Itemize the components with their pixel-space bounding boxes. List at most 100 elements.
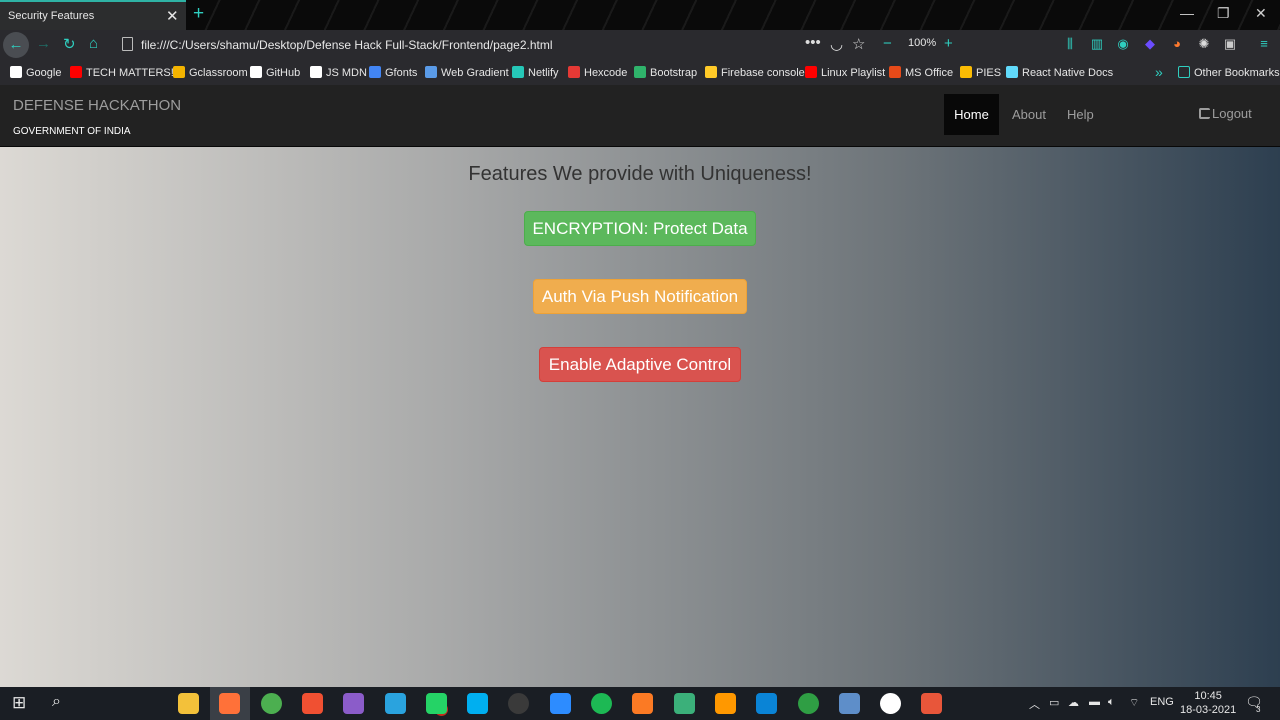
extension-icon[interactable]: ◕ <box>1169 36 1185 52</box>
adaptive-control-button[interactable]: Enable Adaptive Control <box>539 347 741 382</box>
push-notification-button[interactable]: Auth Via Push Notification <box>533 279 747 314</box>
obs-app-icon[interactable] <box>508 693 529 714</box>
wifi-icon[interactable]: ⌔ <box>1129 696 1139 710</box>
bookmark-item[interactable]: Gclassroom <box>173 66 248 79</box>
more-actions-icon[interactable]: ••• <box>805 34 821 51</box>
app-ring-app-icon[interactable] <box>798 693 819 714</box>
menu-hamburger-icon[interactable]: ≡ <box>1256 36 1272 52</box>
other-bookmarks[interactable]: Other Bookmarks <box>1178 66 1280 79</box>
bookmark-favicon-icon <box>369 66 381 78</box>
site-brand[interactable]: DEFENSE HACKATHON <box>13 97 181 114</box>
bookmark-favicon-icon <box>805 66 817 78</box>
page-heading: Features We provide with Uniqueness! <box>468 163 812 185</box>
tray-chevron-icon[interactable]: ︿ <box>1029 696 1040 712</box>
logout-label: Logout <box>1212 106 1252 121</box>
minimize-icon[interactable]: — <box>1180 5 1194 21</box>
telegram-app-icon[interactable] <box>385 693 406 714</box>
close-tab-icon[interactable]: ✕ <box>166 7 179 25</box>
bookmark-favicon-icon <box>250 66 262 78</box>
language-indicator[interactable]: ENG <box>1150 696 1174 708</box>
bookmark-item[interactable]: Linux Playlist <box>805 66 885 79</box>
tab-strip: Security Features ✕ + — ❐ ✕ <box>0 0 1280 30</box>
account-icon[interactable]: ◉ <box>1115 36 1131 52</box>
virtualbox-app-icon[interactable] <box>839 693 860 714</box>
bookmark-label: Bootstrap <box>650 67 698 79</box>
bookmark-item[interactable]: Gfonts <box>369 66 417 79</box>
bookmark-item[interactable]: React Native Docs <box>1006 66 1113 79</box>
bookmark-item[interactable]: JS MDN <box>310 66 367 79</box>
spotify-app-icon[interactable] <box>591 693 612 714</box>
tray-device-icon[interactable]: ▭ <box>1049 696 1059 709</box>
bookmark-label: Linux Playlist <box>821 67 886 79</box>
nav-help-link[interactable]: Help <box>1067 107 1094 122</box>
vscode-app-icon[interactable] <box>756 693 777 714</box>
zoom-out-icon[interactable]: − <box>883 35 892 52</box>
bookmark-item[interactable]: MS Office <box>889 66 953 79</box>
library-icon[interactable]: ⫼ <box>1062 36 1078 52</box>
sublime-app-icon[interactable] <box>715 693 736 714</box>
bookmark-label: Firebase console <box>721 67 805 79</box>
bookmark-item[interactable]: Bootstrap <box>634 66 697 79</box>
xampp-app-icon[interactable] <box>632 693 653 714</box>
app-green-app-icon[interactable] <box>674 693 695 714</box>
bookmark-favicon-icon <box>173 66 185 78</box>
bookmark-item[interactable]: TECH MATTERS! <box>70 66 174 79</box>
reload-icon[interactable]: ↻ <box>63 35 76 53</box>
bookmark-item[interactable]: Google <box>10 66 61 79</box>
bookmark-item[interactable]: Web Gradient <box>425 66 509 79</box>
bookmark-item[interactable]: PIES <box>960 66 1001 79</box>
skype-app-icon[interactable] <box>467 693 488 714</box>
chrome-app-icon[interactable] <box>261 693 282 714</box>
bookmark-item[interactable]: Firebase console <box>705 66 805 79</box>
react-devtools-icon[interactable]: ✺ <box>1196 36 1212 52</box>
whatsapp-app-icon[interactable] <box>426 693 447 714</box>
git-app-icon[interactable] <box>302 693 323 714</box>
bookmark-label: MS Office <box>905 67 954 79</box>
window-close-icon[interactable]: ✕ <box>1255 5 1267 22</box>
file-explorer-app-icon[interactable] <box>178 693 199 714</box>
forward-arrow-icon[interactable]: → <box>36 35 51 52</box>
app-n-app-icon[interactable] <box>880 693 901 714</box>
bookmark-favicon-icon <box>889 66 901 78</box>
windows-start-icon[interactable]: ⊞ <box>12 693 26 713</box>
bookmark-item[interactable]: GitHub <box>250 66 300 79</box>
url-text[interactable]: file:///C:/Users/shamu/Desktop/Defense H… <box>141 38 553 52</box>
clock-time: 10:45 <box>1194 690 1222 702</box>
bookmark-label: PIES <box>976 67 1002 79</box>
url-bar[interactable]: file:///C:/Users/shamu/Desktop/Defense H… <box>113 33 880 57</box>
pocket-icon[interactable]: ◡ <box>830 35 843 53</box>
snipping-tool-app-icon[interactable] <box>921 693 942 714</box>
taskbar-clock[interactable]: 10:45 18-03-2021 <box>1180 689 1236 717</box>
bookmarks-overflow-chevron-icon[interactable]: » <box>1155 64 1163 80</box>
firefox-app-icon[interactable] <box>219 693 240 714</box>
home-icon[interactable]: ⌂ <box>89 35 98 52</box>
github-desktop-app-icon[interactable] <box>343 693 364 714</box>
bookmark-label: Gfonts <box>385 67 418 79</box>
encryption-button[interactable]: ENCRYPTION: Protect Data <box>524 211 756 246</box>
bookmark-label: Netlify <box>528 67 559 79</box>
other-bookmarks-label: Other Bookmarks <box>1194 67 1280 79</box>
nav-home-link[interactable]: Home <box>944 94 999 135</box>
zoom-level[interactable]: 100% <box>908 37 936 49</box>
extension-icon[interactable]: ◆ <box>1142 36 1158 52</box>
restore-icon[interactable]: ❐ <box>1217 5 1230 22</box>
nav-about-link[interactable]: About <box>1012 107 1046 122</box>
onedrive-cloud-icon[interactable]: ☁ <box>1068 696 1079 709</box>
volume-icon[interactable]: 🔈︎ <box>1108 696 1115 709</box>
bookmark-label: Google <box>26 67 62 79</box>
zoom-app-icon[interactable] <box>550 693 571 714</box>
battery-icon[interactable]: ▬ <box>1089 696 1100 708</box>
back-arrow-icon[interactable]: ← <box>3 32 29 58</box>
sidebar-icon[interactable]: ▥ <box>1089 36 1105 52</box>
new-tab-plus-icon[interactable]: + <box>193 3 204 25</box>
bookmark-item[interactable]: Netlify <box>512 66 559 79</box>
tab-security-features[interactable]: Security Features ✕ <box>0 0 186 30</box>
bookmark-star-icon[interactable]: ☆ <box>852 35 865 53</box>
extension-icon[interactable]: ▣ <box>1222 36 1238 52</box>
logout-link[interactable]: Logout <box>1199 106 1252 121</box>
zoom-in-icon[interactable]: + <box>944 35 953 52</box>
site-brand-subtitle: GOVERNMENT OF INDIA <box>13 126 131 137</box>
bookmark-favicon-icon <box>512 66 524 78</box>
bookmark-item[interactable]: Hexcode <box>568 66 627 79</box>
search-icon[interactable]: ⌕ <box>52 693 61 711</box>
